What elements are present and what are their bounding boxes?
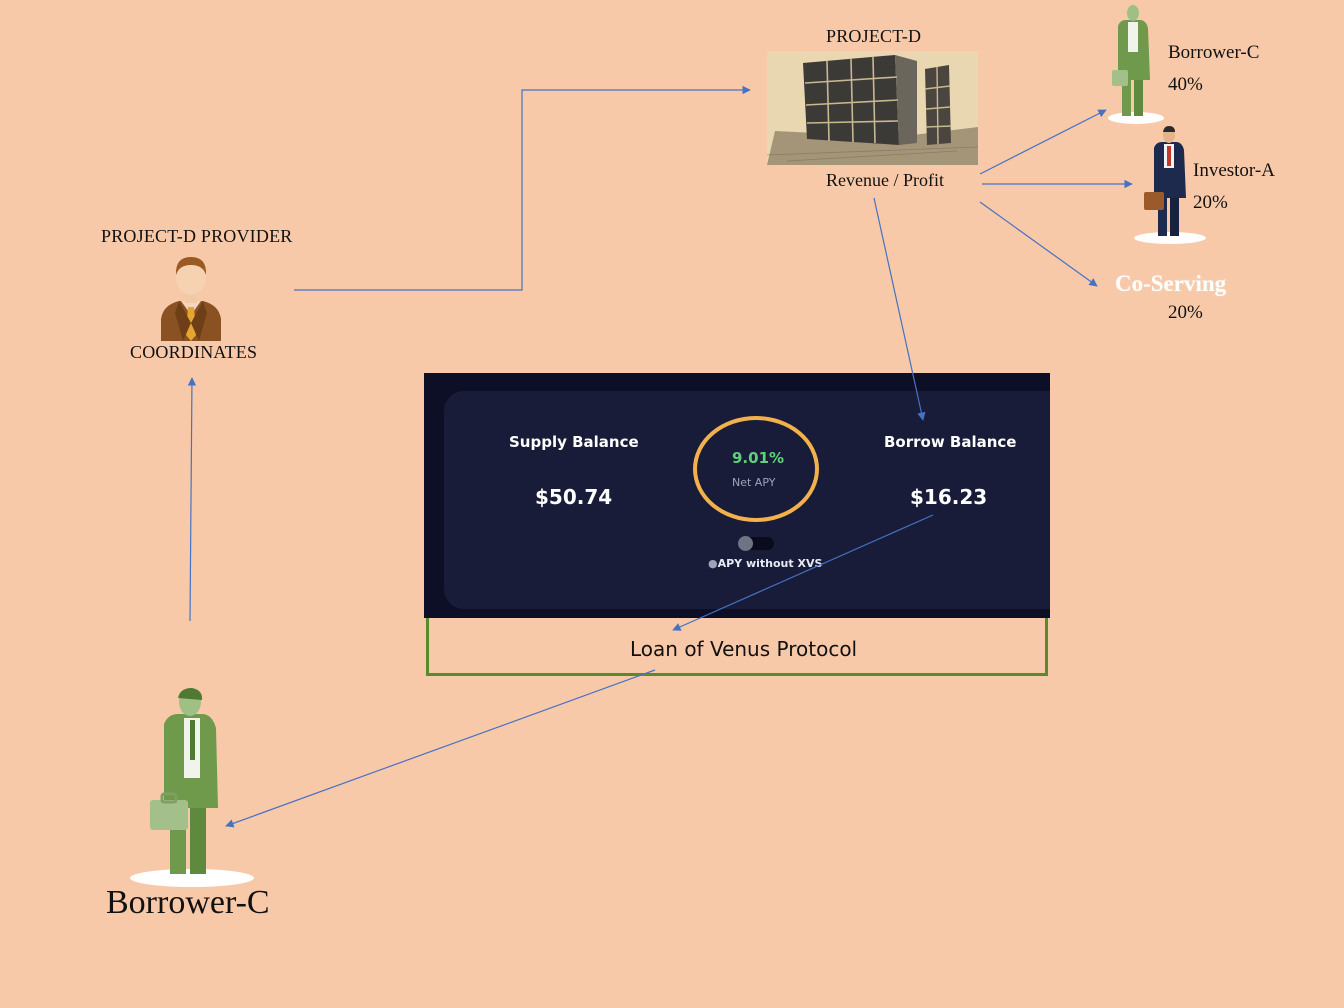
- net-apy-ring: [693, 416, 819, 522]
- apy-xvs-toggle[interactable]: [738, 536, 774, 551]
- borrow-balance-value: $16.23: [910, 485, 988, 509]
- borrow-balance-title: Borrow Balance: [884, 433, 1017, 451]
- net-apy-value: 9.01%: [732, 449, 785, 467]
- project-title: PROJECT-D: [826, 26, 922, 46]
- venus-balance-card: Supply Balance $50.74 9.01% Net APY Borr…: [444, 391, 1050, 609]
- borrower-top-share: 40%: [1168, 74, 1203, 95]
- investor-share: 20%: [1193, 192, 1228, 213]
- revenue-to-borrower-arrow: [979, 109, 1107, 175]
- apy-toggle-label: APY without XVS: [717, 557, 823, 570]
- borrower-bottom-name: Borrower-C: [106, 884, 270, 921]
- info-icon: ●: [708, 557, 718, 570]
- apy-toggle-row: ●APY without XVS: [708, 557, 822, 570]
- coserving-label: Co-Serving: [1115, 271, 1227, 296]
- borrower-large-person-icon: [130, 688, 254, 887]
- net-apy-label: Net APY: [732, 476, 776, 489]
- borrower-top-name: Borrower-C: [1168, 42, 1260, 63]
- venus-loan-caption: Loan of Venus Protocol: [630, 637, 858, 661]
- provider-person-icon: [161, 257, 221, 341]
- borrower-small-person-icon: [1108, 5, 1164, 124]
- coserving-share: 20%: [1168, 302, 1203, 323]
- revenue-label: Revenue / Profit: [826, 170, 944, 190]
- investor-name: Investor-A: [1193, 160, 1275, 181]
- supply-balance-value: $50.74: [535, 485, 613, 509]
- borrower-to-provider-arrow: [187, 377, 197, 622]
- venus-dashboard-panel: Supply Balance $50.74 9.01% Net APY Borr…: [424, 373, 1050, 618]
- investor-person-icon: [1134, 126, 1206, 244]
- supply-balance-title: Supply Balance: [509, 433, 639, 451]
- provider-role-label: COORDINATES: [130, 342, 258, 362]
- building-sketch-image: [767, 51, 978, 165]
- toggle-knob: [738, 536, 753, 551]
- revenue-to-coserving-arrow: [979, 201, 1098, 287]
- loan-to-borrower-arrow: [225, 669, 656, 828]
- provider-title: PROJECT-D PROVIDER: [101, 226, 293, 246]
- provider-to-project-arrow: [294, 85, 751, 291]
